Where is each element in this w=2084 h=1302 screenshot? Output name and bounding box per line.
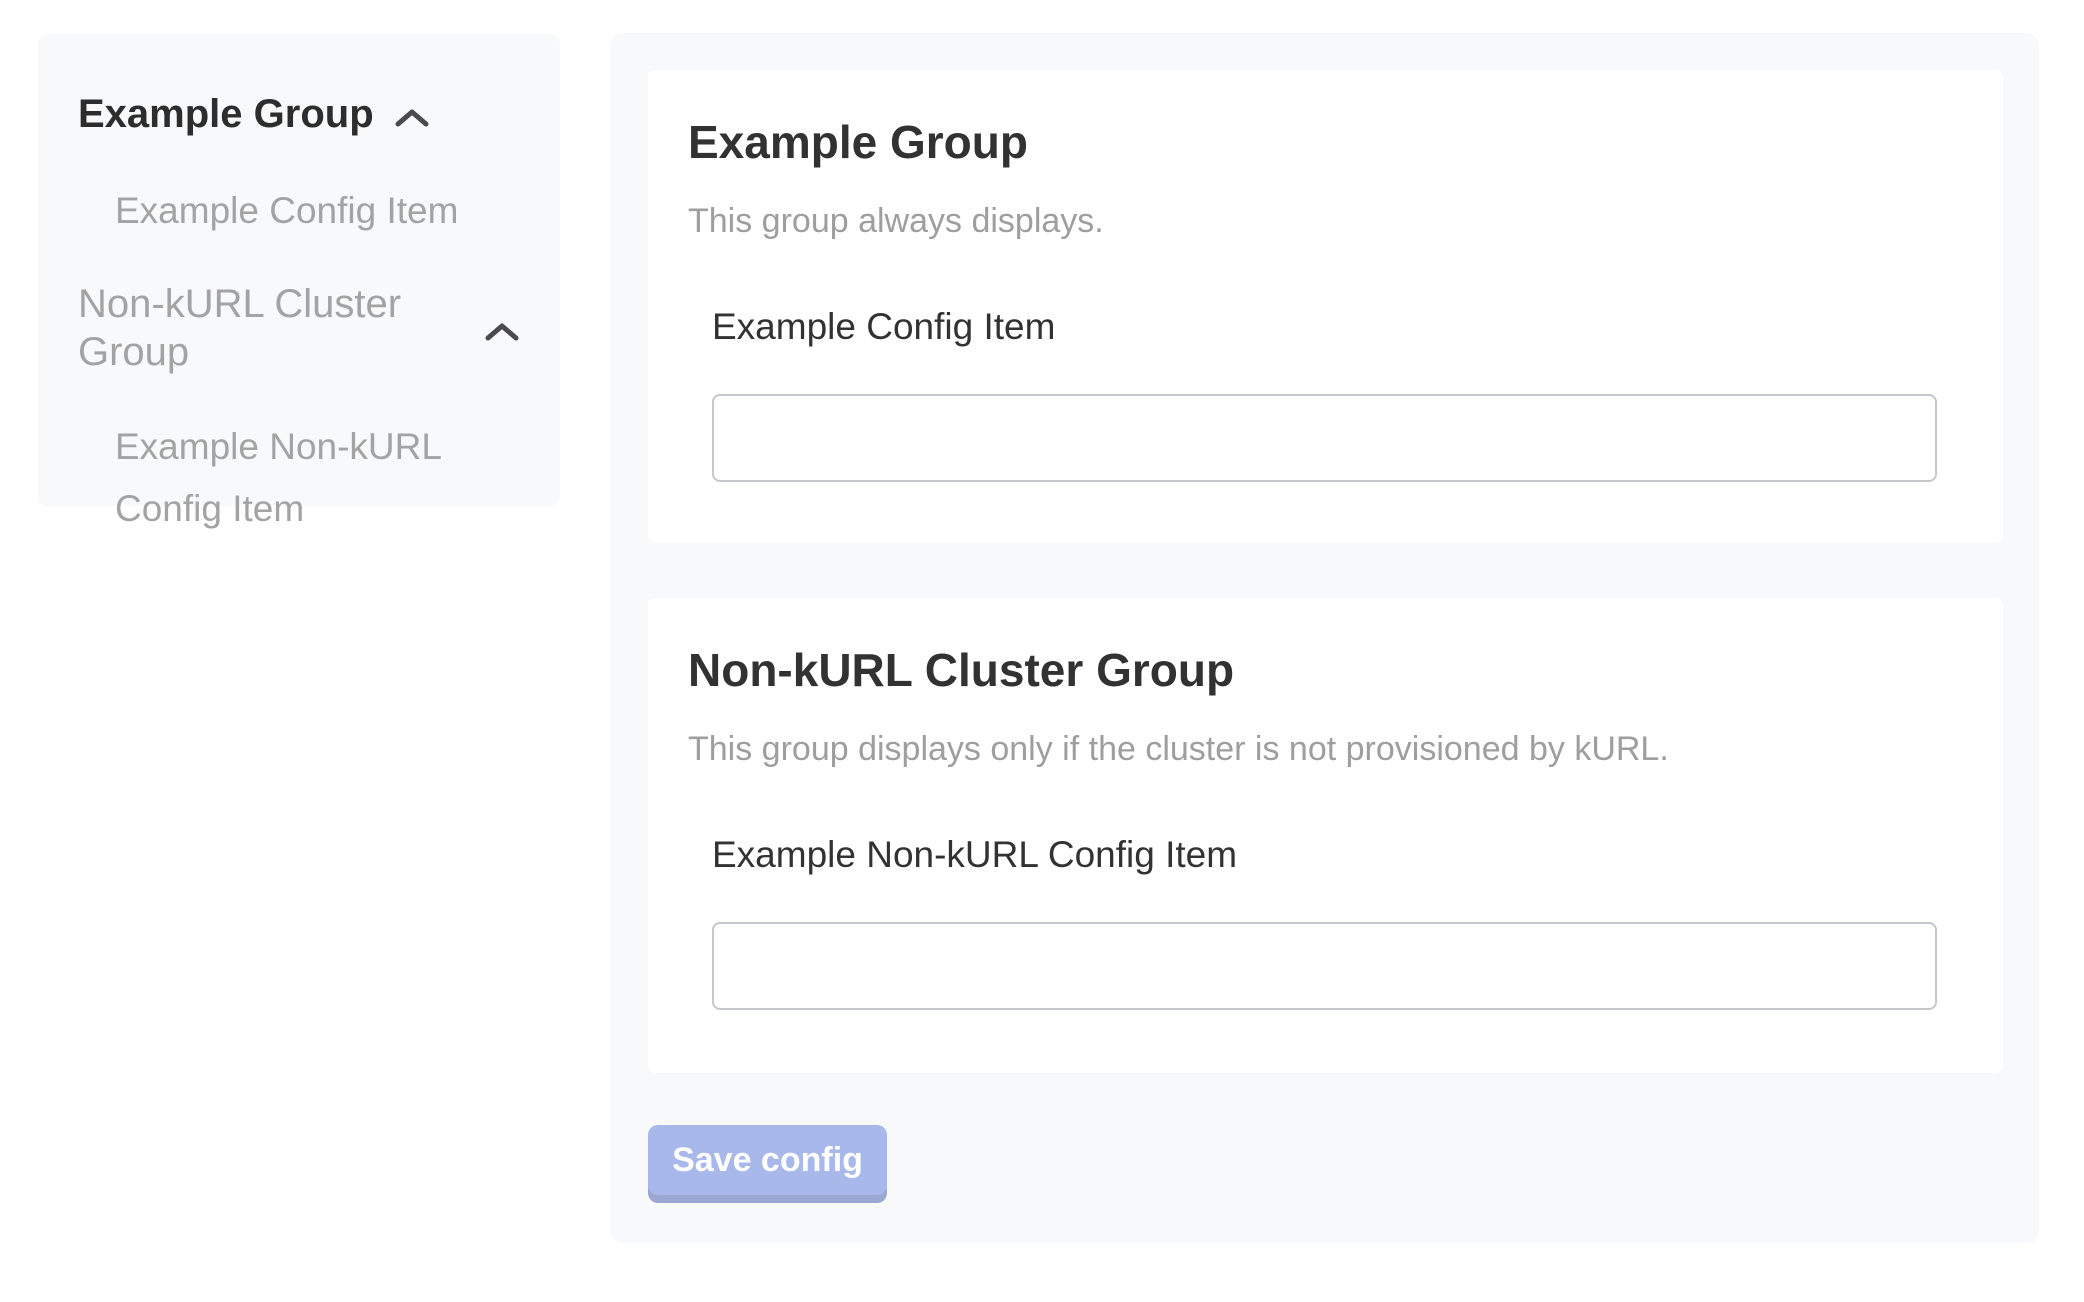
config-main-panel: Example Group This group always displays… (610, 33, 2039, 1243)
sidebar-item-label: Example Non-kURL Config Item (115, 426, 441, 529)
chevron-up-icon[interactable] (484, 306, 520, 354)
config-group-card-example-group: Example Group This group always displays… (648, 70, 2003, 543)
sidebar-group-non-kurl-cluster-group[interactable]: Non-kURL Cluster Group (78, 280, 520, 376)
group-description: This group always displays. (688, 200, 1963, 242)
group-title: Example Group (688, 70, 1963, 170)
sidebar-item-label: Example Config Item (115, 190, 458, 231)
sidebar-item-example-config-item[interactable]: Example Config Item (115, 180, 515, 242)
config-item-label: Example Config Item (712, 304, 1963, 350)
chevron-up-icon[interactable] (394, 92, 430, 140)
example-non-kurl-config-item-input[interactable] (712, 922, 1937, 1010)
config-item-label: Example Non-kURL Config Item (712, 832, 1963, 878)
config-item-example-config-item: Example Config Item (712, 304, 1963, 482)
sidebar-group-label: Example Group (78, 90, 374, 138)
sidebar-item-example-non-kurl-config-item[interactable]: Example Non-kURL Config Item (115, 416, 515, 540)
config-nav-sidebar: Example Group Example Config Item Non-kU… (38, 34, 560, 506)
group-description: This group displays only if the cluster … (688, 728, 1963, 770)
group-title: Non-kURL Cluster Group (688, 598, 1963, 698)
config-group-card-non-kurl-cluster-group: Non-kURL Cluster Group This group displa… (648, 598, 2003, 1073)
config-item-example-non-kurl-config-item: Example Non-kURL Config Item (712, 832, 1963, 1010)
sidebar-group-example-group[interactable]: Example Group (78, 88, 520, 140)
sidebar-group-label: Non-kURL Cluster Group (78, 280, 464, 376)
save-config-button[interactable]: Save config (648, 1125, 887, 1195)
example-config-item-input[interactable] (712, 394, 1937, 482)
